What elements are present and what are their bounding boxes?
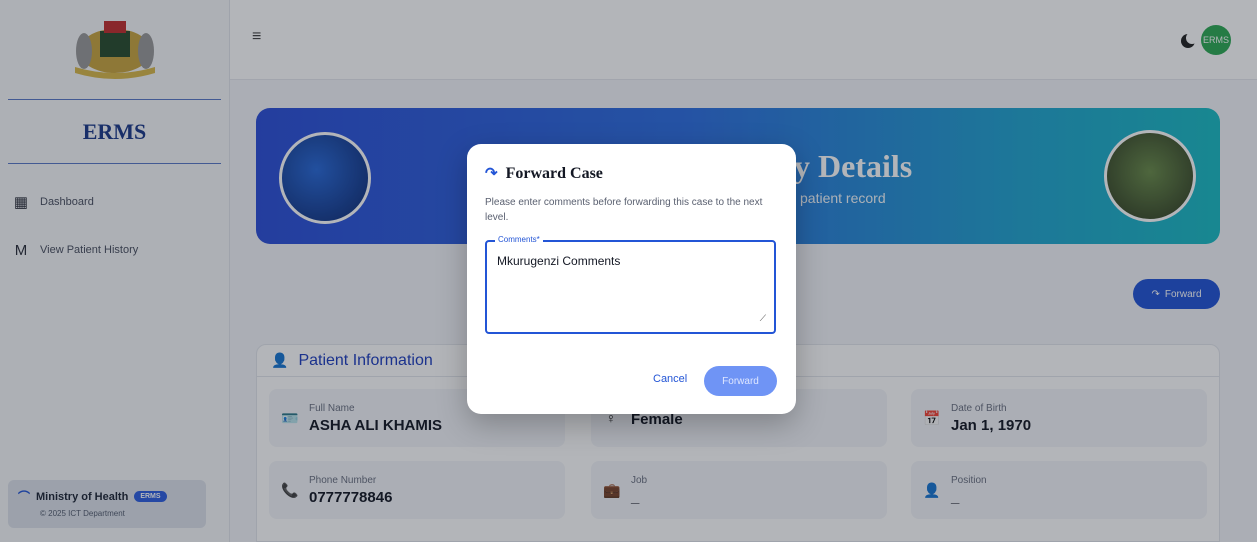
cancel-button[interactable]: Cancel [653,373,687,385]
comments-textarea[interactable]: Comments* Mkurugenzi Comments ⟋ [485,235,776,334]
comments-value: Mkurugenzi Comments [497,254,621,268]
resize-handle-icon[interactable]: ⟋ [760,313,766,324]
comments-label: Comments* [495,235,543,244]
modal-forward-button[interactable]: Forward [704,366,777,396]
forward-case-modal: ↷ Forward Case Please enter comments bef… [467,144,796,414]
modal-title: Forward Case [505,164,603,182]
forward-icon: ↷ [485,166,498,182]
modal-description: Please enter comments before forwarding … [485,197,763,223]
